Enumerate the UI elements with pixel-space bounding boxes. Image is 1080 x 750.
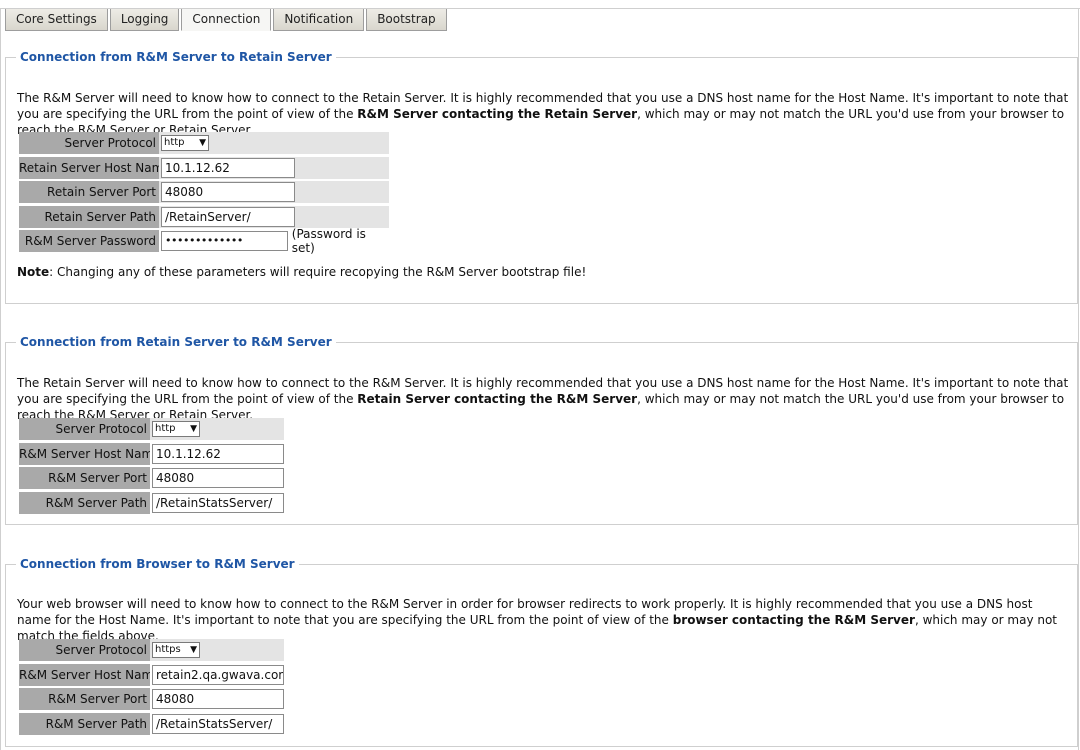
rm-port-input[interactable]: 48080 [152,689,284,710]
retain-host-input[interactable]: 10.1.12.62 [161,157,295,178]
form-row-port: R&M Server Port 48080 [19,687,284,712]
tab-connection[interactable]: Connection [181,9,272,31]
description-emphasis: Retain Server contacting the R&M Server [357,392,638,406]
form-row-port: R&M Server Port 48080 [19,466,284,491]
form-row-protocol: Server Protocol http ▼ [19,417,284,442]
server-protocol-value: http [164,137,185,149]
rm-host-label: R&M Server Host Name [19,442,161,465]
window-left-border [0,8,1,750]
path-cell: /RetainStatsServer/ [150,491,284,514]
host-cell: 10.1.12.62 [150,442,284,465]
form-row-protocol: Server Protocol https ▼ [19,638,284,663]
protocol-cell: http ▼ [159,132,389,155]
chevron-down-icon: ▼ [190,424,197,435]
note-label: Note [17,265,50,279]
retain-to-rm-form: Server Protocol http ▼ R&M Server Host Na… [19,417,284,515]
password-cell: ••••••••••••• (Password is set) [159,227,389,256]
section-retain-to-rm: Connection from Retain Server to R&M Ser… [5,334,1078,525]
section-description: The Retain Server will need to know how … [17,375,1069,423]
server-protocol-select[interactable]: http ▼ [152,421,200,438]
tab-bootstrap[interactable]: Bootstrap [366,9,447,31]
section-title: Connection from Retain Server to R&M Ser… [16,334,336,350]
server-protocol-label: Server Protocol [19,639,150,662]
rm-path-label: R&M Server Path [19,712,150,735]
rm-password-label: R&M Server Password [19,230,159,253]
note-text: : Changing any of these parameters will … [49,265,587,279]
form-row-port: Retain Server Port 48080 [19,180,389,205]
form-row-path: R&M Server Path /RetainStatsServer/ [19,712,284,737]
server-protocol-label: Server Protocol [19,132,159,155]
browser-to-rm-form: Server Protocol https ▼ R&M Server Host N… [19,638,284,736]
server-protocol-select[interactable]: https ▼ [152,642,200,659]
rm-path-input[interactable]: /RetainStatsServer/ [152,492,284,513]
protocol-cell: http ▼ [150,418,284,441]
retain-path-input[interactable]: /RetainServer/ [161,206,295,227]
server-protocol-value: https [155,644,181,656]
section-title: Connection from Browser to R&M Server [16,556,299,572]
tab-notification[interactable]: Notification [273,9,365,31]
rm-path-label: R&M Server Path [19,491,150,514]
rm-port-input[interactable]: 48080 [152,468,284,489]
host-cell: 10.1.12.62 [159,156,389,179]
section-description: Your web browser will need to know how t… [17,596,1069,644]
rm-host-input[interactable]: retain2.qa.gwava.com [152,664,284,685]
host-cell: retain2.qa.gwava.com [150,663,284,686]
section-note: Note: Changing any of these parameters w… [17,264,586,280]
server-protocol-label: Server Protocol [19,418,150,441]
rm-host-input[interactable]: 10.1.12.62 [152,443,284,464]
window-right-border [1078,8,1079,750]
server-protocol-select[interactable]: http ▼ [161,135,209,152]
port-cell: 48080 [150,467,284,490]
tab-logging[interactable]: Logging [109,9,180,31]
rm-host-label: R&M Server Host Name [19,663,161,686]
protocol-cell: https ▼ [150,639,284,662]
rm-path-input[interactable]: /RetainStatsServer/ [152,713,284,734]
form-row-password: R&M Server Password ••••••••••••• (Passw… [19,227,389,256]
retain-path-label: Retain Server Path [19,205,159,228]
section-browser-to-rm: Connection from Browser to R&M Server Yo… [5,556,1078,747]
chevron-down-icon: ▼ [199,138,206,149]
form-row-host: Retain Server Host Name 10.1.12.62 [19,156,389,181]
retain-port-input[interactable]: 48080 [161,182,295,203]
chevron-down-icon: ▼ [190,645,197,656]
server-protocol-value: http [155,423,176,435]
form-row-host: R&M Server Host Name 10.1.12.62 [19,442,284,467]
description-emphasis: browser contacting the R&M Server [672,613,915,627]
tab-core-settings[interactable]: Core Settings [5,9,108,31]
form-row-host: R&M Server Host Name retain2.qa.gwava.co… [19,663,284,688]
form-row-protocol: Server Protocol http ▼ [19,131,389,156]
rm-to-retain-form: Server Protocol http ▼ Retain Server Host… [19,131,389,256]
section-title: Connection from R&M Server to Retain Ser… [16,49,336,65]
path-cell: /RetainServer/ [159,205,389,228]
retain-host-label: Retain Server Host Name [19,156,171,179]
retain-port-label: Retain Server Port [19,181,159,204]
rm-port-label: R&M Server Port [19,467,150,490]
rm-port-label: R&M Server Port [19,688,150,711]
form-row-path: Retain Server Path /RetainServer/ [19,205,389,230]
description-emphasis: R&M Server contacting the Retain Server [357,107,638,121]
port-cell: 48080 [150,688,284,711]
settings-tab-bar: Core Settings Logging Connection Notific… [5,9,449,31]
port-cell: 48080 [159,181,389,204]
path-cell: /RetainStatsServer/ [150,712,284,735]
rm-password-input[interactable]: ••••••••••••• [161,231,288,252]
password-status-text: (Password is set) [291,227,366,256]
section-rm-to-retain: Connection from R&M Server to Retain Ser… [5,49,1078,304]
form-row-path: R&M Server Path /RetainStatsServer/ [19,491,284,516]
